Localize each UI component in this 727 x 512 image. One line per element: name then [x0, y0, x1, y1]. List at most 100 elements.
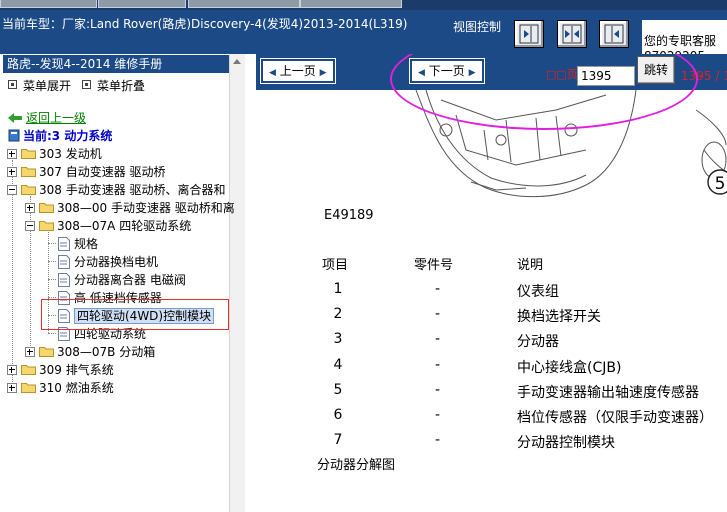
tree-guide	[48, 333, 56, 334]
tree-item-309[interactable]: 309 排气系统	[7, 361, 114, 379]
manual-title: 路虎--发现4--2014 维修手册	[3, 55, 232, 73]
top-tab[interactable]	[98, 0, 186, 8]
nav-right-icon	[519, 24, 539, 44]
scrollbar[interactable]	[229, 54, 245, 512]
folder-icon	[21, 167, 36, 177]
row-item: 5	[333, 382, 343, 398]
triangle-left-icon: ◀	[269, 68, 276, 78]
tree-doc-shift-motor[interactable]: 分动器换档电机	[58, 253, 158, 271]
expand-icon[interactable]	[25, 347, 35, 357]
tree-guide	[48, 261, 56, 262]
folder-icon	[39, 203, 54, 213]
row-item: 1	[333, 281, 343, 297]
collapse-icon	[82, 80, 91, 89]
nav-split-icon	[562, 24, 582, 44]
document-icon	[58, 255, 70, 269]
prev-page-button[interactable]: ◀ 上一页 ▶	[260, 58, 336, 84]
page-label: □□页	[546, 68, 578, 81]
expand-icon[interactable]	[7, 383, 17, 393]
row-part: -	[435, 357, 441, 373]
expand-icon[interactable]	[25, 203, 35, 213]
triangle-right-icon: ▶	[319, 68, 327, 78]
header-bar: 当前车型：厂家:Land Rover(路虎)Discovery-4(发现4)20…	[0, 10, 727, 64]
tree-item-308-07a[interactable]: 308—07A 四轮驱动系统	[25, 217, 191, 235]
tree-item-308[interactable]: 308 手动变速器 驱动桥、离合器和	[7, 181, 226, 199]
page-number-input[interactable]	[577, 66, 635, 86]
row-part: -	[435, 382, 441, 398]
current-vehicle-label: 当前车型：厂家:Land Rover(路虎)Discovery-4(发现4)20…	[2, 17, 408, 31]
folder-open-icon	[21, 185, 36, 195]
menu-collapse-button[interactable]: 菜单折叠	[82, 77, 145, 94]
tree-item-307[interactable]: 307 自动变速器 驱动桥	[7, 163, 166, 181]
row-item: 6	[333, 407, 343, 423]
menu-expand-button[interactable]: 菜单展开	[8, 77, 71, 94]
row-item: 3	[333, 331, 343, 347]
expand-icon[interactable]	[7, 149, 17, 159]
tree-guide	[48, 279, 56, 280]
expand-icon[interactable]	[7, 365, 17, 375]
row-desc: 仪表组	[517, 284, 559, 300]
view-control-label: 视图控制	[453, 20, 502, 34]
view-split-button[interactable]	[557, 20, 587, 48]
row-desc: 分动器控制模块	[517, 435, 615, 451]
content-panel: ◀ 上一页 ▶ ◀ 下一页 ▶ 5 □□页 跳转 1395 / 1 E49189…	[256, 54, 727, 512]
document-icon	[58, 273, 70, 287]
folder-open-icon	[39, 221, 54, 231]
row-item: 7	[333, 432, 343, 448]
page-count: 1395 / 1	[681, 69, 727, 83]
figure-caption: 分动器分解图	[317, 458, 396, 473]
view-right-button[interactable]	[514, 20, 544, 48]
tree-item-303[interactable]: 303 发动机	[7, 145, 102, 163]
figure-code: E49189	[324, 208, 374, 223]
collapse-icon[interactable]	[25, 221, 35, 231]
top-tab[interactable]	[0, 0, 97, 8]
folder-icon	[21, 383, 36, 393]
folder-icon	[39, 347, 54, 357]
back-arrow-icon	[8, 113, 22, 123]
row-desc: 分动器	[517, 334, 559, 350]
row-part: -	[435, 331, 441, 347]
col-part-header: 零件号	[414, 258, 454, 273]
tree-guide	[48, 243, 56, 244]
back-link[interactable]: 返回上一级	[8, 109, 86, 126]
col-desc-header: 说明	[517, 258, 544, 273]
navigation-panel: 路虎--发现4--2014 维修手册 菜单展开 菜单折叠 返回上一级 当前:3 …	[0, 54, 246, 512]
row-desc: 换档选择开关	[517, 309, 601, 325]
expand-icon[interactable]	[7, 167, 17, 177]
contact-title: 您的专职客服	[644, 34, 717, 48]
row-part: -	[435, 432, 441, 448]
folder-icon	[21, 149, 36, 159]
folder-icon	[21, 365, 36, 375]
current-section-label: 当前:3 动力系统	[8, 127, 112, 144]
row-item: 2	[333, 306, 343, 322]
top-tab[interactable]	[300, 0, 402, 8]
tree-item-308-07b[interactable]: 308—07B 分动箱	[25, 343, 155, 361]
top-tab[interactable]	[188, 0, 300, 8]
row-desc: 中心接线盒(CJB)	[517, 360, 622, 376]
nav-left-icon	[604, 24, 624, 44]
tree-item-308-00[interactable]: 308—00 手动变速器 驱动桥和离	[25, 199, 235, 217]
book-icon	[8, 129, 20, 142]
scroll-up-arrow[interactable]	[230, 54, 245, 69]
col-item-header: 项目	[322, 258, 349, 273]
collapse-icon[interactable]	[7, 185, 17, 195]
triangle-left-icon: ◀	[418, 68, 425, 78]
tree-guide	[48, 297, 56, 298]
view-left-button[interactable]	[599, 20, 629, 48]
row-part: -	[435, 281, 441, 297]
jump-button[interactable]: 跳转	[637, 56, 675, 84]
top-strip	[0, 0, 727, 10]
tree-doc-clutch-solenoid[interactable]: 分动器离合器 电磁阀	[58, 271, 186, 289]
row-part: -	[435, 306, 441, 322]
expand-icon	[8, 80, 17, 89]
tree-doc-specs[interactable]: 规格	[58, 235, 98, 253]
row-item: 4	[333, 357, 343, 373]
highlight-annotation	[41, 299, 229, 330]
tree-item-310[interactable]: 310 燃油系统	[7, 379, 114, 397]
next-page-button[interactable]: ◀ 下一页 ▶	[409, 58, 485, 84]
row-desc: 档位传感器（仅限手动变速器）	[517, 410, 713, 426]
document-icon	[58, 237, 70, 251]
triangle-right-icon: ▶	[468, 68, 476, 78]
row-part: -	[435, 407, 441, 423]
row-desc: 手动变速器输出轴速度传感器	[517, 385, 699, 401]
